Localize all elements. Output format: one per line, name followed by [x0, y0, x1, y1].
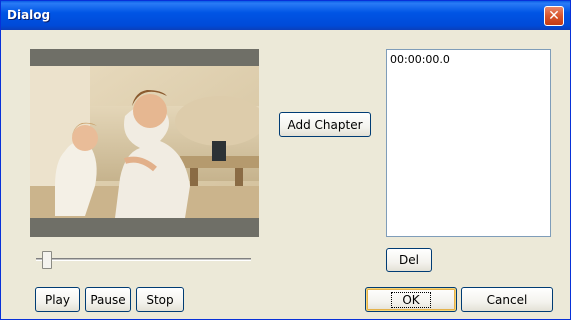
add-chapter-button[interactable]: Add Chapter — [279, 112, 371, 137]
video-preview — [30, 49, 259, 237]
cancel-label: Cancel — [486, 292, 528, 307]
stop-button[interactable]: Stop — [136, 287, 184, 312]
del-label: Del — [399, 253, 419, 267]
ok-button[interactable]: OK — [365, 287, 457, 312]
window-title: Dialog — [7, 8, 51, 22]
pause-label: Pause — [90, 292, 126, 307]
add-chapter-label: Add Chapter — [287, 117, 363, 132]
title-bar[interactable]: Dialog ✕ — [1, 1, 570, 30]
list-item[interactable]: 00:00:00.0 — [390, 53, 450, 66]
play-label: Play — [44, 292, 71, 307]
cancel-button[interactable]: Cancel — [461, 287, 553, 312]
slider-track — [36, 258, 251, 261]
seek-slider[interactable] — [36, 248, 251, 270]
pause-button[interactable]: Pause — [85, 287, 131, 312]
del-button[interactable]: Del — [386, 248, 432, 272]
chapter-list[interactable]: 00:00:00.0 — [386, 49, 551, 237]
slider-thumb[interactable] — [42, 251, 52, 269]
ok-label: OK — [391, 291, 431, 308]
close-icon[interactable]: ✕ — [544, 6, 564, 26]
play-button[interactable]: Play — [35, 287, 80, 312]
dialog-window: Dialog ✕ Add Chapter 00:00:00.0 Del Play… — [0, 0, 571, 320]
video-frame-image — [30, 66, 259, 218]
stop-label: Stop — [146, 292, 174, 307]
